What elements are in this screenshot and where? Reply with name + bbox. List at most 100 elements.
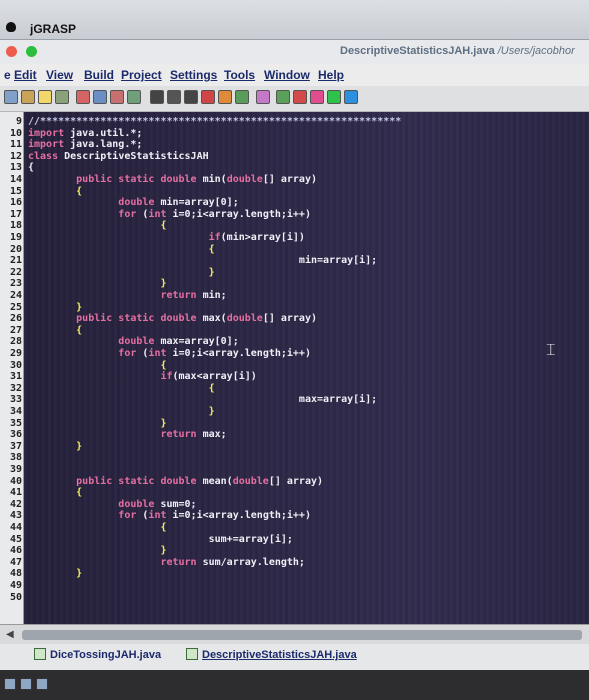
code-token: class: [28, 151, 59, 162]
code-token: double: [28, 336, 155, 347]
code-token: }: [28, 406, 215, 417]
code-token: {: [28, 487, 83, 498]
code-token: (: [136, 209, 149, 220]
line-number: 24: [9, 290, 22, 301]
color-icon[interactable]: [293, 90, 307, 104]
code-token: i=0;i<array.length;i++): [166, 348, 311, 359]
code-token: return: [28, 557, 197, 568]
code-token: max;: [196, 429, 227, 440]
code-token: java.util.*;: [64, 128, 143, 139]
code-line: //**************************************…: [28, 116, 401, 127]
debug-icon[interactable]: [201, 90, 215, 104]
code-line: import java.util.*;: [28, 128, 142, 139]
uml-icon[interactable]: [256, 90, 270, 104]
line-number: 28: [9, 336, 22, 347]
line-number: 37: [9, 441, 22, 452]
apple-icon[interactable]: [6, 22, 16, 32]
line-number: 21: [9, 255, 22, 266]
line-number: 27: [9, 325, 22, 336]
code-token: double: [226, 313, 263, 324]
code-line: {: [28, 522, 166, 533]
scroll-left-arrow-icon[interactable]: ◀: [6, 629, 14, 640]
code-line: }: [28, 418, 166, 429]
menu-build[interactable]: Build: [84, 68, 114, 82]
code-token: return: [28, 290, 197, 301]
menu-window[interactable]: Window: [264, 68, 310, 82]
new-file-icon[interactable]: [4, 90, 18, 104]
code-token: import: [28, 128, 65, 139]
run-icon[interactable]: [184, 90, 198, 104]
stop-icon[interactable]: [235, 90, 249, 104]
window-title-file: DescriptiveStatisticsJAH.java: [340, 45, 495, 57]
undo-icon[interactable]: [127, 90, 141, 104]
code-token: i=0;i<array.length;i++): [166, 510, 311, 521]
dock-app-icon[interactable]: [4, 678, 16, 690]
menu-project[interactable]: Project: [121, 68, 162, 82]
file-tab-descriptive[interactable]: DescriptiveStatisticsJAH.java: [186, 648, 357, 666]
code-token: double: [226, 174, 263, 185]
viewer-icon[interactable]: [276, 90, 290, 104]
cut-icon[interactable]: [76, 90, 90, 104]
code-token: DescriptiveStatisticsJAH: [58, 151, 209, 162]
code-token: min(: [196, 174, 227, 185]
app-name[interactable]: jGRASP: [30, 22, 76, 36]
menu-partial: e: [4, 68, 11, 82]
code-line: public static double min(double[] array): [28, 174, 317, 185]
paste-icon[interactable]: [110, 90, 124, 104]
window-title: DescriptiveStatisticsJAH.java /Users/jac…: [340, 45, 575, 57]
code-line: {: [28, 383, 215, 394]
zoom-window-icon[interactable]: [26, 46, 37, 57]
menu-tools[interactable]: Tools: [224, 68, 255, 82]
code-line: {: [28, 360, 166, 371]
code-token: max(: [196, 313, 227, 324]
code-token: }: [28, 568, 83, 579]
step-icon[interactable]: [218, 90, 232, 104]
code-token: }: [28, 418, 167, 429]
line-number: 26: [9, 313, 22, 324]
line-number: 9: [15, 116, 22, 127]
dock-app-icon[interactable]: [20, 678, 32, 690]
save-icon[interactable]: [38, 90, 52, 104]
menu-view[interactable]: View: [46, 68, 73, 82]
menu-settings[interactable]: Settings: [170, 68, 217, 82]
green-icon[interactable]: [327, 90, 341, 104]
line-number: 34: [9, 406, 22, 417]
line-number: 16: [9, 197, 22, 208]
code-token: int: [148, 209, 167, 220]
open-file-icon[interactable]: [21, 90, 35, 104]
code-line: return sum/array.length;: [28, 557, 305, 568]
line-number: 25: [9, 302, 22, 313]
dock-app-icon[interactable]: [36, 678, 48, 690]
line-number: 12: [9, 151, 22, 162]
code-token: }: [28, 302, 83, 313]
code-line: double min=array[0];: [28, 197, 238, 208]
print-icon[interactable]: [55, 90, 69, 104]
code-token: (min>array[i]): [220, 232, 305, 243]
code-token: sum+=array[i];: [28, 534, 293, 545]
line-number: 39: [9, 464, 22, 475]
line-number: 48: [9, 568, 22, 579]
line-number: 41: [9, 487, 22, 498]
menu-help[interactable]: Help: [318, 68, 344, 82]
code-token: }: [28, 278, 167, 289]
line-number: 13: [9, 162, 22, 173]
line-number: 33: [9, 394, 22, 405]
find-icon[interactable]: [150, 90, 164, 104]
code-token: if: [28, 371, 173, 382]
code-line: for (int i=0;i<array.length;i++): [28, 510, 311, 521]
close-window-icon[interactable]: [6, 46, 17, 57]
compile-icon[interactable]: [167, 90, 181, 104]
file-tab-dice[interactable]: DiceTossingJAH.java: [34, 648, 161, 666]
blue-icon[interactable]: [344, 90, 358, 104]
code-token: double: [28, 499, 155, 510]
line-number: 17: [9, 209, 22, 220]
code-token: (: [136, 510, 149, 521]
split-icon[interactable]: [310, 90, 324, 104]
scrollbar-thumb[interactable]: [22, 630, 582, 640]
code-token: max=array[0];: [154, 336, 239, 347]
line-number: 31: [9, 371, 22, 382]
menu-edit[interactable]: Edit: [14, 68, 37, 82]
code-line: }: [28, 278, 166, 289]
line-number: 19: [9, 232, 22, 243]
copy-icon[interactable]: [93, 90, 107, 104]
